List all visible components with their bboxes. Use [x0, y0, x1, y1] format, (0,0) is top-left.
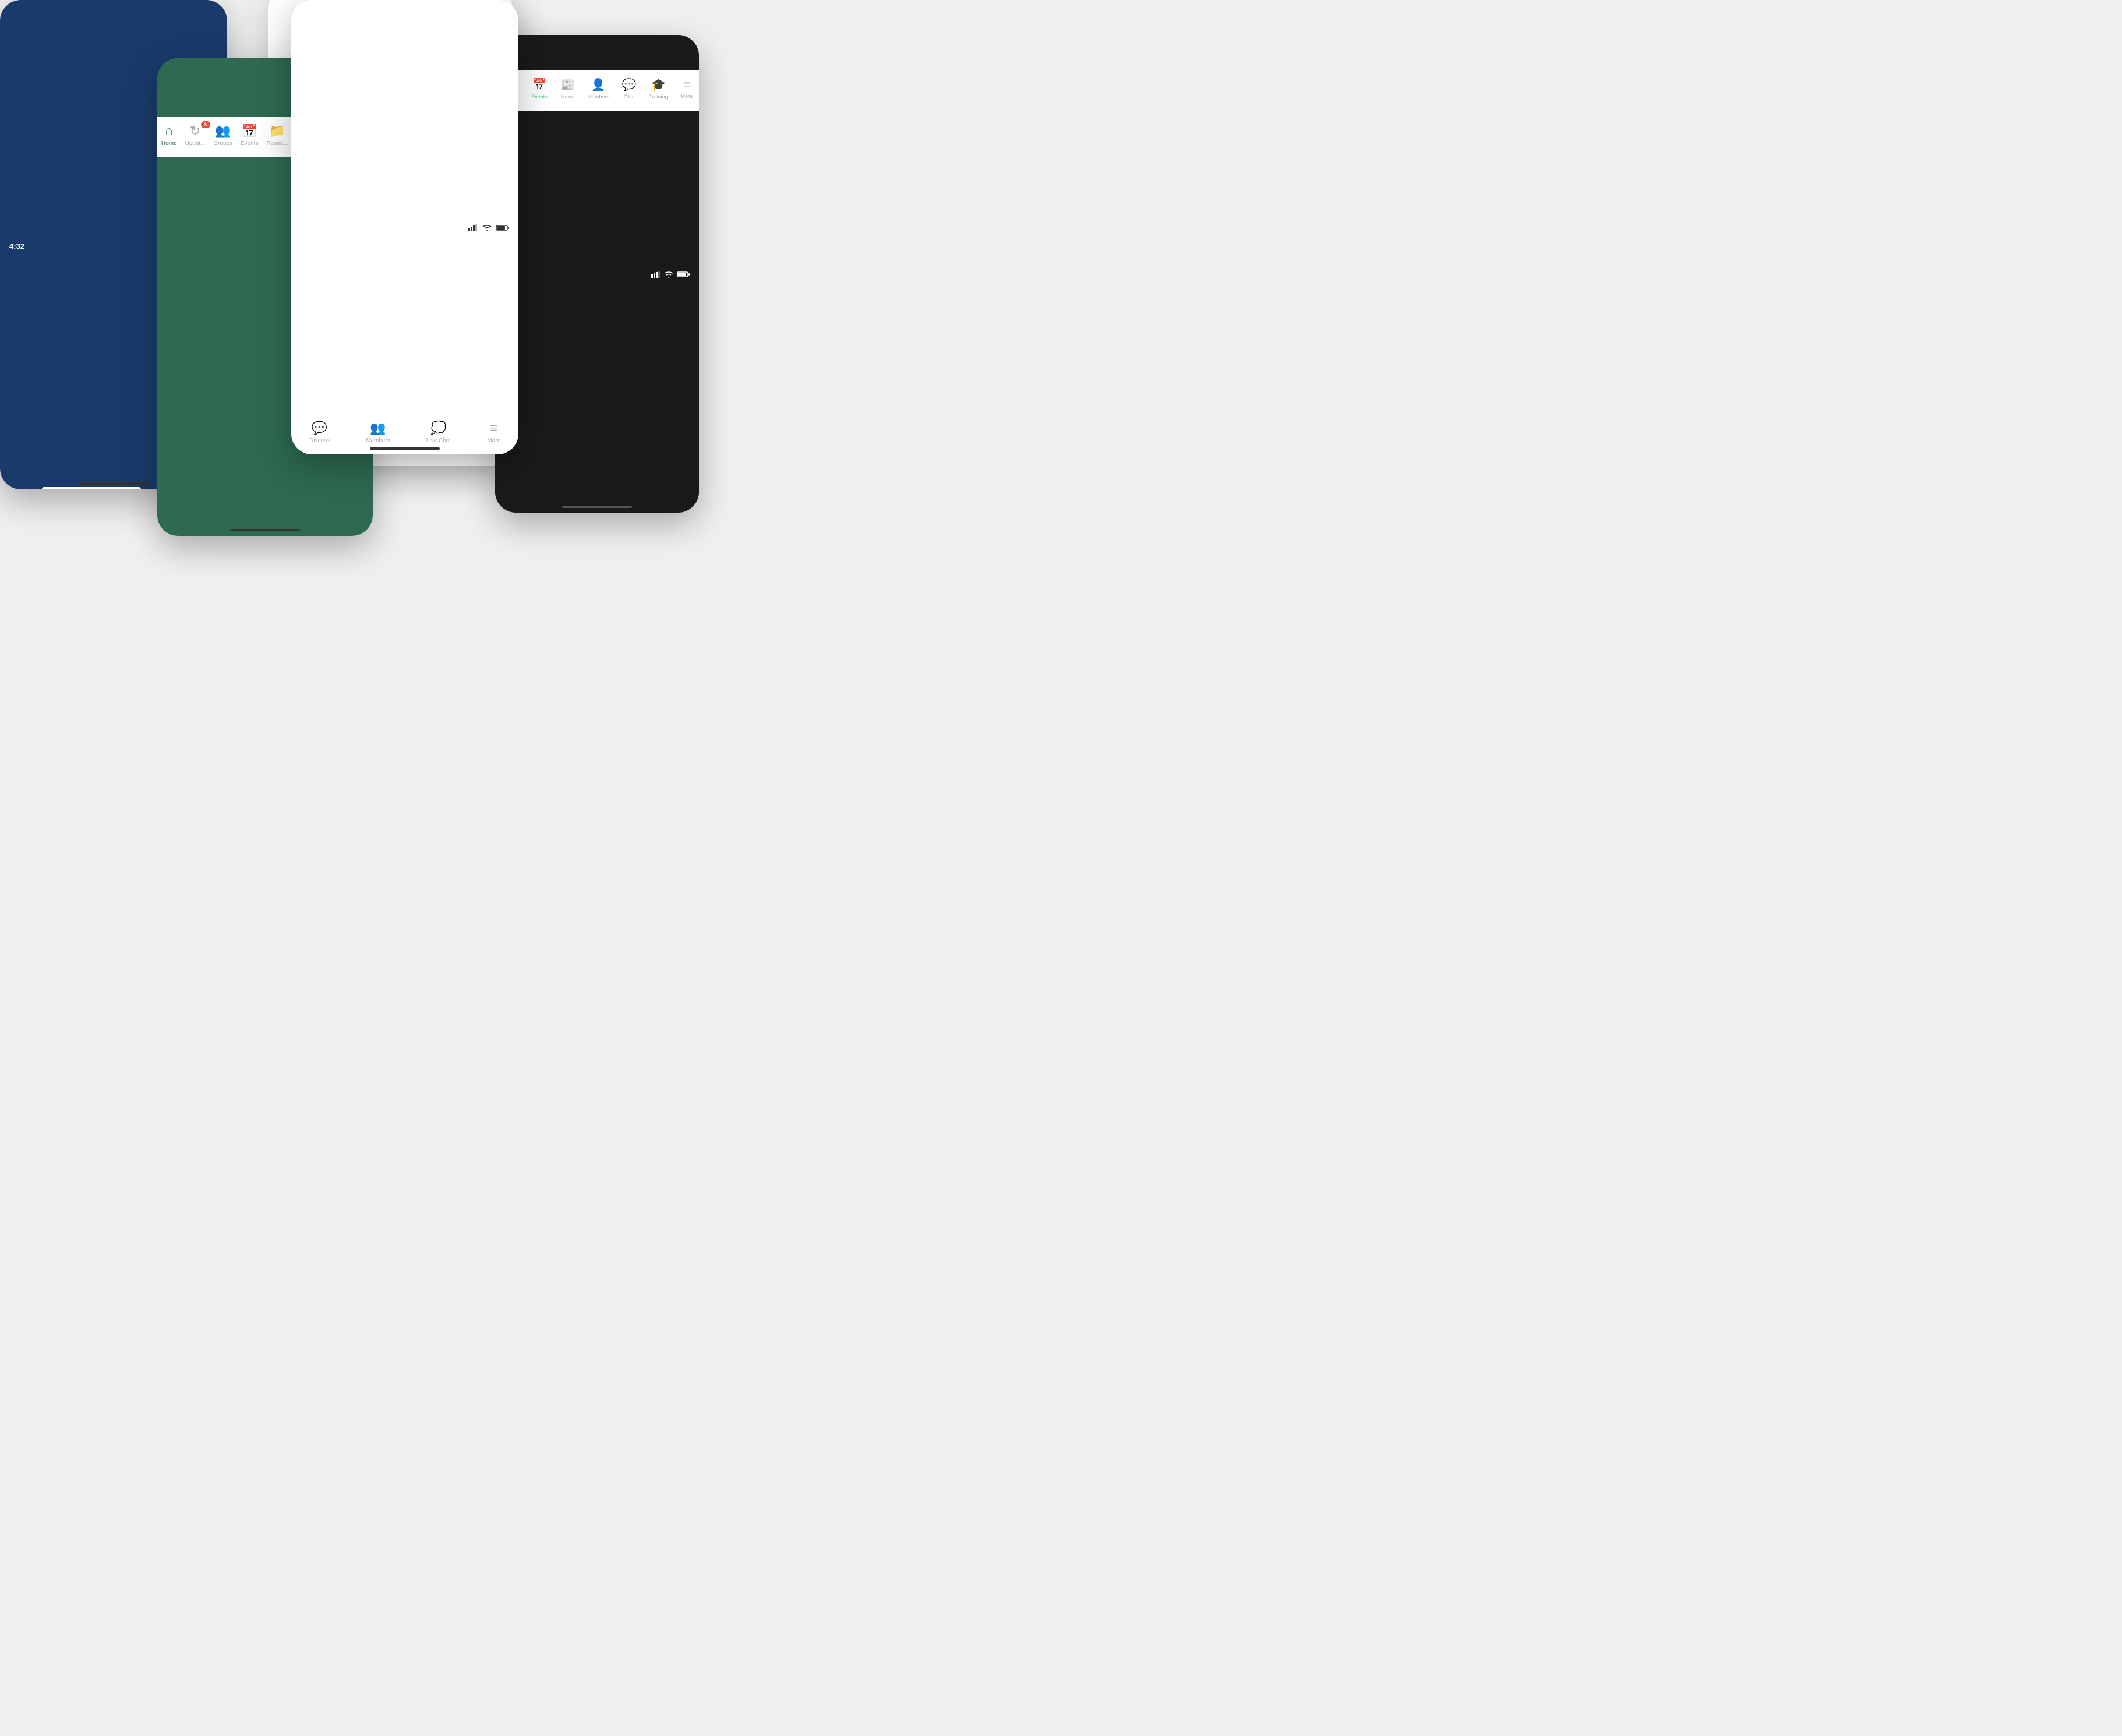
tab-members-3[interactable]: 👥 Members [366, 421, 390, 444]
chat-label-4: Chat [624, 94, 635, 100]
tab-events[interactable]: 📅 Events [241, 124, 259, 147]
wifi-icon-3 [482, 224, 492, 233]
tab-more-4[interactable]: ≡ More [681, 78, 693, 99]
status-bar-3 [291, 0, 518, 454]
updates-badge: 3 [201, 121, 210, 128]
tab-news-4[interactable]: 📰 News [560, 77, 575, 100]
tab-discuss[interactable]: 💬 Discuss [309, 421, 330, 444]
signal-icon-3 [468, 224, 478, 233]
tab-groups[interactable]: 👥 Groups [213, 124, 232, 147]
more-label-4: More [681, 93, 693, 99]
live-chat-label: Live Chat [426, 437, 451, 444]
news-label-4: News [561, 94, 574, 100]
home-indicator-2 [230, 529, 300, 531]
more-icon-3: ≡ [490, 421, 497, 436]
time-display: 4:32 [9, 242, 24, 250]
discuss-icon: 💬 [312, 421, 327, 436]
resources-tab-icon: 📁 [269, 124, 285, 139]
more-label-3: More [487, 437, 500, 444]
home-indicator-1 [79, 482, 149, 485]
tab-live-chat[interactable]: 💭 Live Chat [426, 421, 451, 444]
tab-chat-4[interactable]: 💬 Chat [622, 77, 637, 100]
members-label-4: Members [587, 94, 609, 100]
back-button[interactable]: ‹ [9, 488, 33, 489]
tab-training-4[interactable]: 🎓 Training [649, 77, 668, 100]
signal-icon-4 [651, 271, 661, 280]
phone-lifeonaire: Lifeonaire 🔍 ≡ Calendar [495, 35, 699, 513]
training-label-4: Training [649, 94, 668, 100]
status-icons-3 [468, 224, 509, 233]
phone-gen-next: 🔔 13 GEN▲NEXT 🔍 OC WEEKLY OC Weekly: Wee… [291, 0, 518, 454]
tab-resources[interactable]: 📁 Resou... [266, 124, 288, 147]
members-icon-4: 👤 [591, 77, 606, 92]
updates-tab-icon: ↻ [190, 124, 200, 139]
tab-bar-4: 👥 Groups 📅 Events 📰 News 👤 Members 💬 Cha… [495, 70, 699, 111]
chat-icon-4: 💬 [622, 77, 637, 92]
battery-icon-4 [677, 271, 690, 280]
resources-tab-label: Resou... [266, 140, 288, 147]
events-label-4: Events [531, 94, 548, 100]
events-icon-4: 📅 [532, 77, 547, 92]
home-indicator-3 [370, 447, 440, 450]
members-icon-3: 👥 [370, 421, 386, 436]
tab-home[interactable]: ⌂ Home [161, 124, 177, 147]
more-icon-4: ≡ [683, 78, 690, 91]
updates-tab-label: Updat... [185, 140, 205, 147]
groups-tab-icon: 👥 [215, 124, 231, 139]
news-icon-4: 📰 [560, 77, 575, 92]
events-tab-label: Events [241, 140, 259, 147]
groups-tab-label: Groups [213, 140, 232, 147]
wifi-icon-4 [664, 271, 673, 280]
discuss-label: Discuss [309, 437, 330, 444]
live-chat-icon: 💭 [430, 421, 446, 436]
training-icon-4: 🎓 [651, 77, 666, 92]
events-tab-icon: 📅 [242, 124, 257, 139]
tab-updates[interactable]: ↻ 3 Updat... [185, 124, 205, 147]
members-label-3: Members [366, 437, 390, 444]
tab-events-4[interactable]: 📅 Events [531, 77, 548, 100]
battery-icon-3 [496, 224, 509, 233]
goldman-logo-box: Goldman Sachs [42, 487, 141, 489]
tab-members-4[interactable]: 👤 Members [587, 77, 609, 100]
home-indicator-4 [562, 506, 632, 508]
home-tab-label: Home [161, 140, 177, 147]
tab-more-3[interactable]: ≡ More [487, 421, 500, 444]
home-tab-icon: ⌂ [165, 124, 173, 139]
